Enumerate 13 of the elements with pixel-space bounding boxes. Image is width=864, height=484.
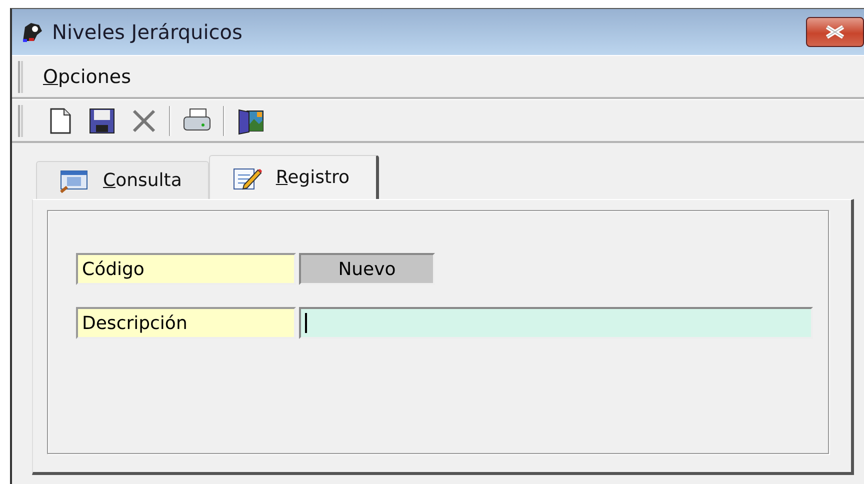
menu-item[interactable]: Opciones bbox=[43, 66, 132, 88]
input-field[interactable] bbox=[299, 307, 813, 339]
field-label: Código bbox=[76, 253, 296, 285]
window-search-icon bbox=[59, 168, 89, 192]
close-button[interactable] bbox=[806, 17, 864, 47]
tab[interactable]: Consulta bbox=[36, 161, 209, 199]
save-icon bbox=[87, 106, 117, 136]
field-label: Descripción bbox=[76, 307, 296, 339]
tab[interactable]: Registro bbox=[208, 155, 379, 199]
window-title: Niveles Jerárquicos bbox=[52, 20, 242, 44]
app-icon bbox=[20, 21, 44, 43]
code-value: Nuevo bbox=[299, 253, 435, 285]
close-icon bbox=[824, 25, 846, 39]
